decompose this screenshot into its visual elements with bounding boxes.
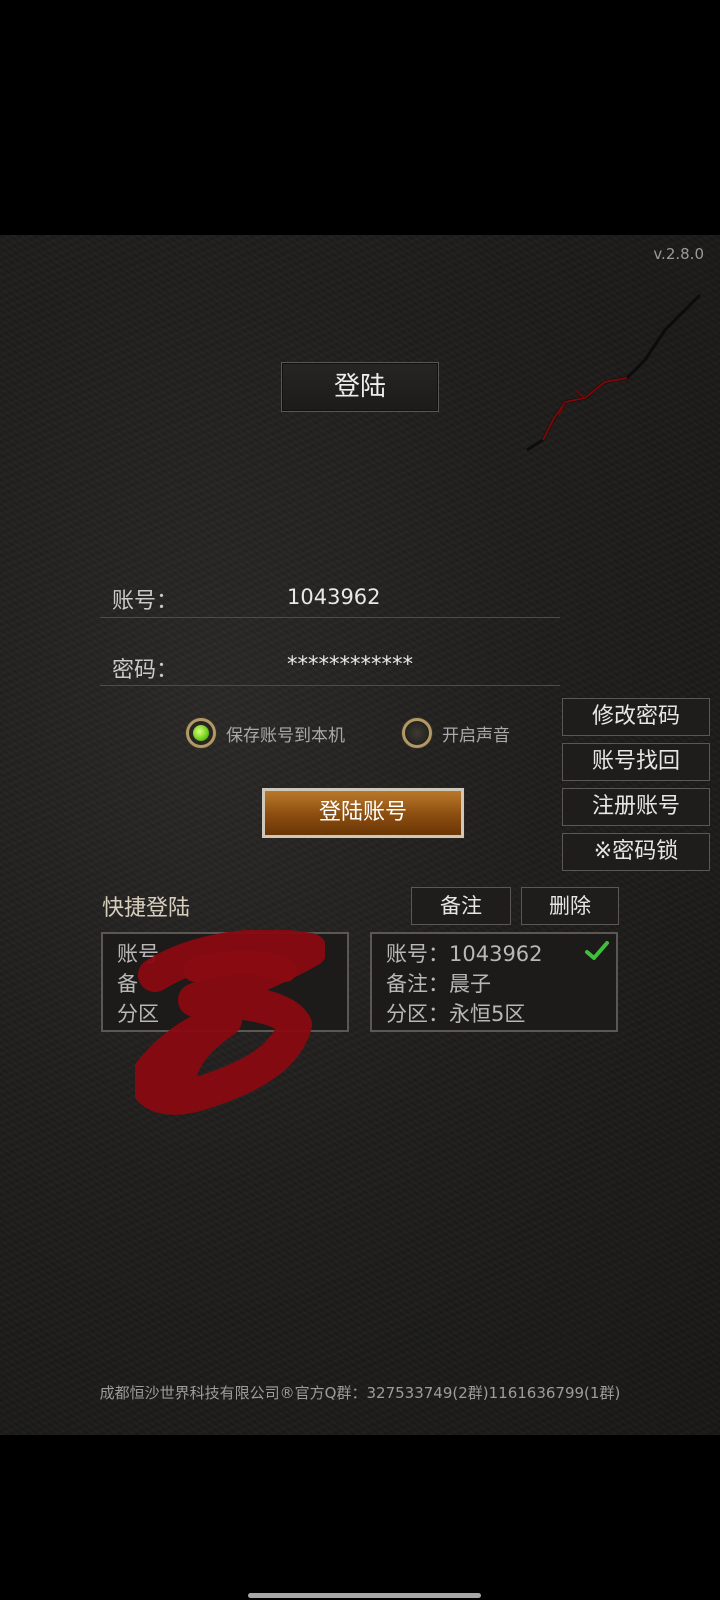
game-login-screen: v.2.8.0 登陆 账号： 1043962 密码： ************ … bbox=[0, 235, 720, 1435]
save-account-label: 保存账号到本机 bbox=[226, 725, 345, 746]
sound-radio[interactable] bbox=[402, 718, 432, 748]
card-2-server: 分区：永恒5区 bbox=[386, 1002, 526, 1026]
recover-account-button[interactable]: 账号找回 bbox=[562, 743, 710, 781]
sound-label: 开启声音 bbox=[442, 725, 510, 746]
login-account-button[interactable]: 登陆账号 bbox=[261, 787, 465, 839]
login-title-banner: 登陆 bbox=[281, 362, 439, 412]
account-underline bbox=[100, 617, 560, 618]
quick-login-card-2[interactable]: 账号：1043962 备注：晨子 分区：永恒5区 bbox=[370, 932, 618, 1032]
card-2-note: 备注：晨子 bbox=[386, 972, 491, 996]
save-account-option[interactable]: 保存账号到本机 bbox=[186, 718, 345, 748]
checkmark-icon bbox=[585, 941, 609, 960]
quick-login-title: 快捷登陆 bbox=[102, 896, 191, 921]
home-indicator[interactable] bbox=[248, 1593, 481, 1598]
company-footer: 成都恒沙世界科技有限公司®官方Q群：327533749(2群)116163679… bbox=[99, 1384, 621, 1402]
save-account-radio[interactable] bbox=[186, 718, 216, 748]
password-input[interactable]: ************ bbox=[287, 652, 413, 676]
redaction-scribble bbox=[135, 930, 325, 1115]
password-label: 密码： bbox=[112, 658, 179, 683]
sound-option[interactable]: 开启声音 bbox=[402, 718, 510, 748]
delete-button[interactable]: 删除 bbox=[521, 887, 619, 925]
card-2-account: 账号：1043962 bbox=[386, 942, 543, 966]
password-lock-button[interactable]: ※密码锁 bbox=[562, 833, 710, 871]
note-button[interactable]: 备注 bbox=[411, 887, 511, 925]
account-label: 账号： bbox=[112, 589, 179, 614]
change-password-button[interactable]: 修改密码 bbox=[562, 698, 710, 736]
crack-decoration bbox=[526, 293, 702, 452]
register-account-button[interactable]: 注册账号 bbox=[562, 788, 710, 826]
password-underline bbox=[100, 685, 560, 686]
account-input[interactable]: 1043962 bbox=[287, 585, 381, 609]
version-label: v.2.8.0 bbox=[653, 245, 704, 263]
